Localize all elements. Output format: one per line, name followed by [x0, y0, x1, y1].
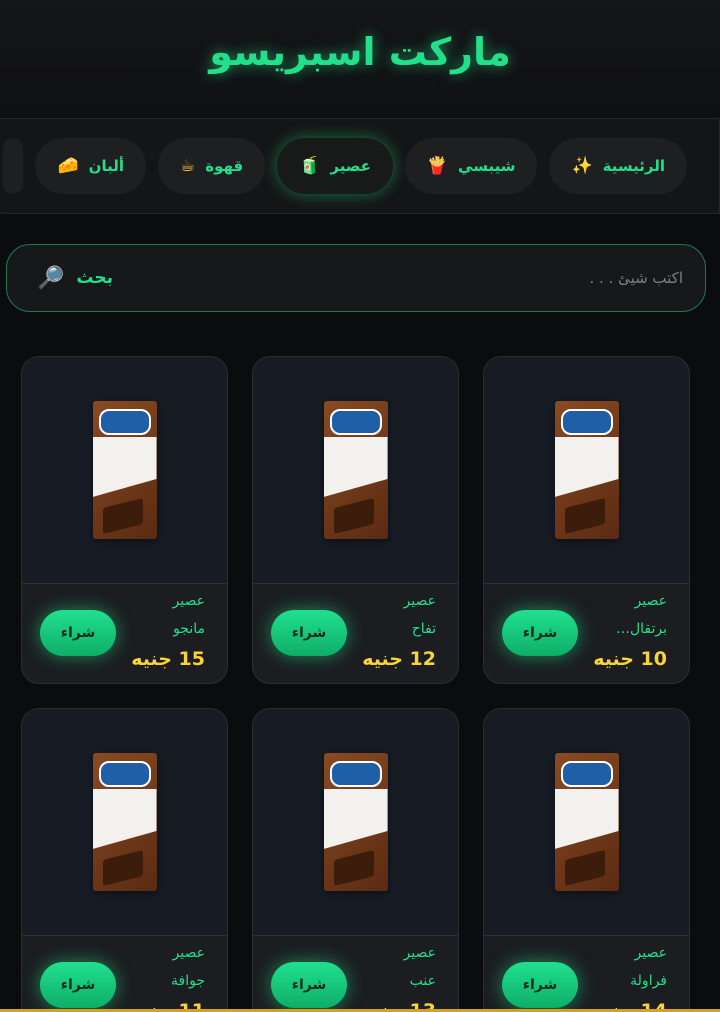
search-button-label: بحث [76, 268, 114, 288]
milk-carton-image [92, 401, 157, 539]
app-header: ماركت اسبريسو [0, 0, 720, 118]
product-image [484, 357, 689, 584]
milk-carton-image [554, 401, 619, 539]
app-title: ماركت اسبريسو [209, 30, 511, 74]
brand-logo [98, 761, 151, 787]
product-category: عصير [634, 593, 667, 609]
tab-chips[interactable]: شيبسي 🍟 [404, 138, 538, 194]
product-card: عصير برتقال… 10 جنيه شراء [483, 356, 690, 684]
product-info: عصير تفاح 12 جنيه شراء [253, 584, 458, 683]
milk-carton-image [323, 753, 388, 891]
product-image [253, 357, 458, 584]
product-price: 15 جنيه [131, 648, 205, 670]
product-price: 12 جنيه [362, 648, 436, 670]
search-button[interactable]: بحث 🔎 [37, 266, 113, 291]
product-name: عنب [409, 973, 436, 989]
tab-dairy[interactable]: ألبان 🧀 [35, 138, 146, 194]
product-price: 10 جنيه [593, 648, 667, 670]
carton-panel [323, 437, 388, 497]
brand-logo [329, 409, 382, 435]
chocolate-graphic [102, 850, 143, 886]
tab-label: ألبان [88, 157, 124, 175]
chocolate-graphic [333, 498, 374, 534]
tab-label: الرئيسية [602, 157, 665, 175]
product-category: عصير [403, 945, 436, 961]
product-name: فراولة [630, 973, 667, 989]
search-bar: بحث 🔎 [6, 244, 706, 312]
product-card: عصير فراولة 14 جنيه شراء [483, 708, 690, 1012]
product-category: عصير [403, 593, 436, 609]
brand-logo [98, 409, 151, 435]
tab-overflow[interactable] [3, 138, 24, 194]
product-name: تفاح [411, 621, 436, 637]
tab-coffee[interactable]: قهوة ☕ [157, 138, 266, 194]
milk-carton-image [554, 753, 619, 891]
juice-box-icon: 🧃 [299, 156, 321, 176]
product-category: عصير [172, 945, 205, 961]
product-category: عصير [172, 593, 205, 609]
carton-panel [92, 789, 157, 849]
chocolate-graphic [564, 850, 605, 886]
chocolate-graphic [102, 498, 143, 534]
category-nav: الرئيسية ✨ شيبسي 🍟 عصير 🧃 قهوة ☕ ألبان 🧀 [0, 118, 720, 214]
product-name: برتقال… [615, 621, 667, 637]
carton-panel [323, 789, 388, 849]
product-grid: عصير برتقال… 10 جنيه شراء عصير تفاح 12 ج… [21, 356, 690, 1012]
carton-panel [92, 437, 157, 497]
fries-icon: 🍟 [426, 156, 449, 176]
brand-logo [329, 761, 382, 787]
chocolate-graphic [333, 850, 374, 886]
tab-label: قهوة [205, 157, 244, 175]
carton-panel [554, 789, 619, 849]
chocolate-graphic [564, 498, 605, 534]
product-card: عصير عنب 13 جنيه شراء [252, 708, 459, 1012]
buy-button[interactable]: شراء [40, 962, 116, 1008]
brand-logo [560, 761, 613, 787]
buy-button[interactable]: شراء [40, 610, 116, 656]
product-card: عصير تفاح 12 جنيه شراء [252, 356, 459, 684]
milk-carton-image [92, 753, 157, 891]
product-card: عصير مانجو 15 جنيه شراء [21, 356, 228, 684]
product-info: عصير برتقال… 10 جنيه شراء [484, 584, 689, 683]
tab-label: شيبسي [458, 157, 516, 175]
product-info: عصير جوافة 11 جنيه شراء [22, 936, 227, 1012]
product-name: جوافة [171, 973, 205, 989]
search-input[interactable] [113, 269, 683, 287]
product-image [22, 709, 227, 936]
sparkles-icon: ✨ [571, 156, 593, 176]
product-name: مانجو [173, 621, 205, 637]
product-info: عصير مانجو 15 جنيه شراء [22, 584, 227, 683]
product-info: عصير فراولة 14 جنيه شراء [484, 936, 689, 1012]
tab-juice[interactable]: عصير 🧃 [277, 138, 393, 194]
product-image [484, 709, 689, 936]
brand-logo [560, 409, 613, 435]
product-image [253, 709, 458, 936]
product-image [22, 357, 227, 584]
product-card: عصير جوافة 11 جنيه شراء [21, 708, 228, 1012]
buy-button[interactable]: شراء [502, 610, 578, 656]
cheese-icon: 🧀 [57, 156, 79, 176]
coffee-icon: ☕ [179, 156, 196, 176]
product-category: عصير [634, 945, 667, 961]
milk-carton-image [323, 401, 388, 539]
search-icon: 🔎 [37, 265, 65, 291]
tab-home[interactable]: الرئيسية ✨ [549, 138, 687, 194]
buy-button[interactable]: شراء [271, 962, 347, 1008]
buy-button[interactable]: شراء [271, 610, 347, 656]
buy-button[interactable]: شراء [502, 962, 578, 1008]
tab-label: عصير [330, 157, 371, 175]
product-info: عصير عنب 13 جنيه شراء [253, 936, 458, 1012]
carton-panel [554, 437, 619, 497]
